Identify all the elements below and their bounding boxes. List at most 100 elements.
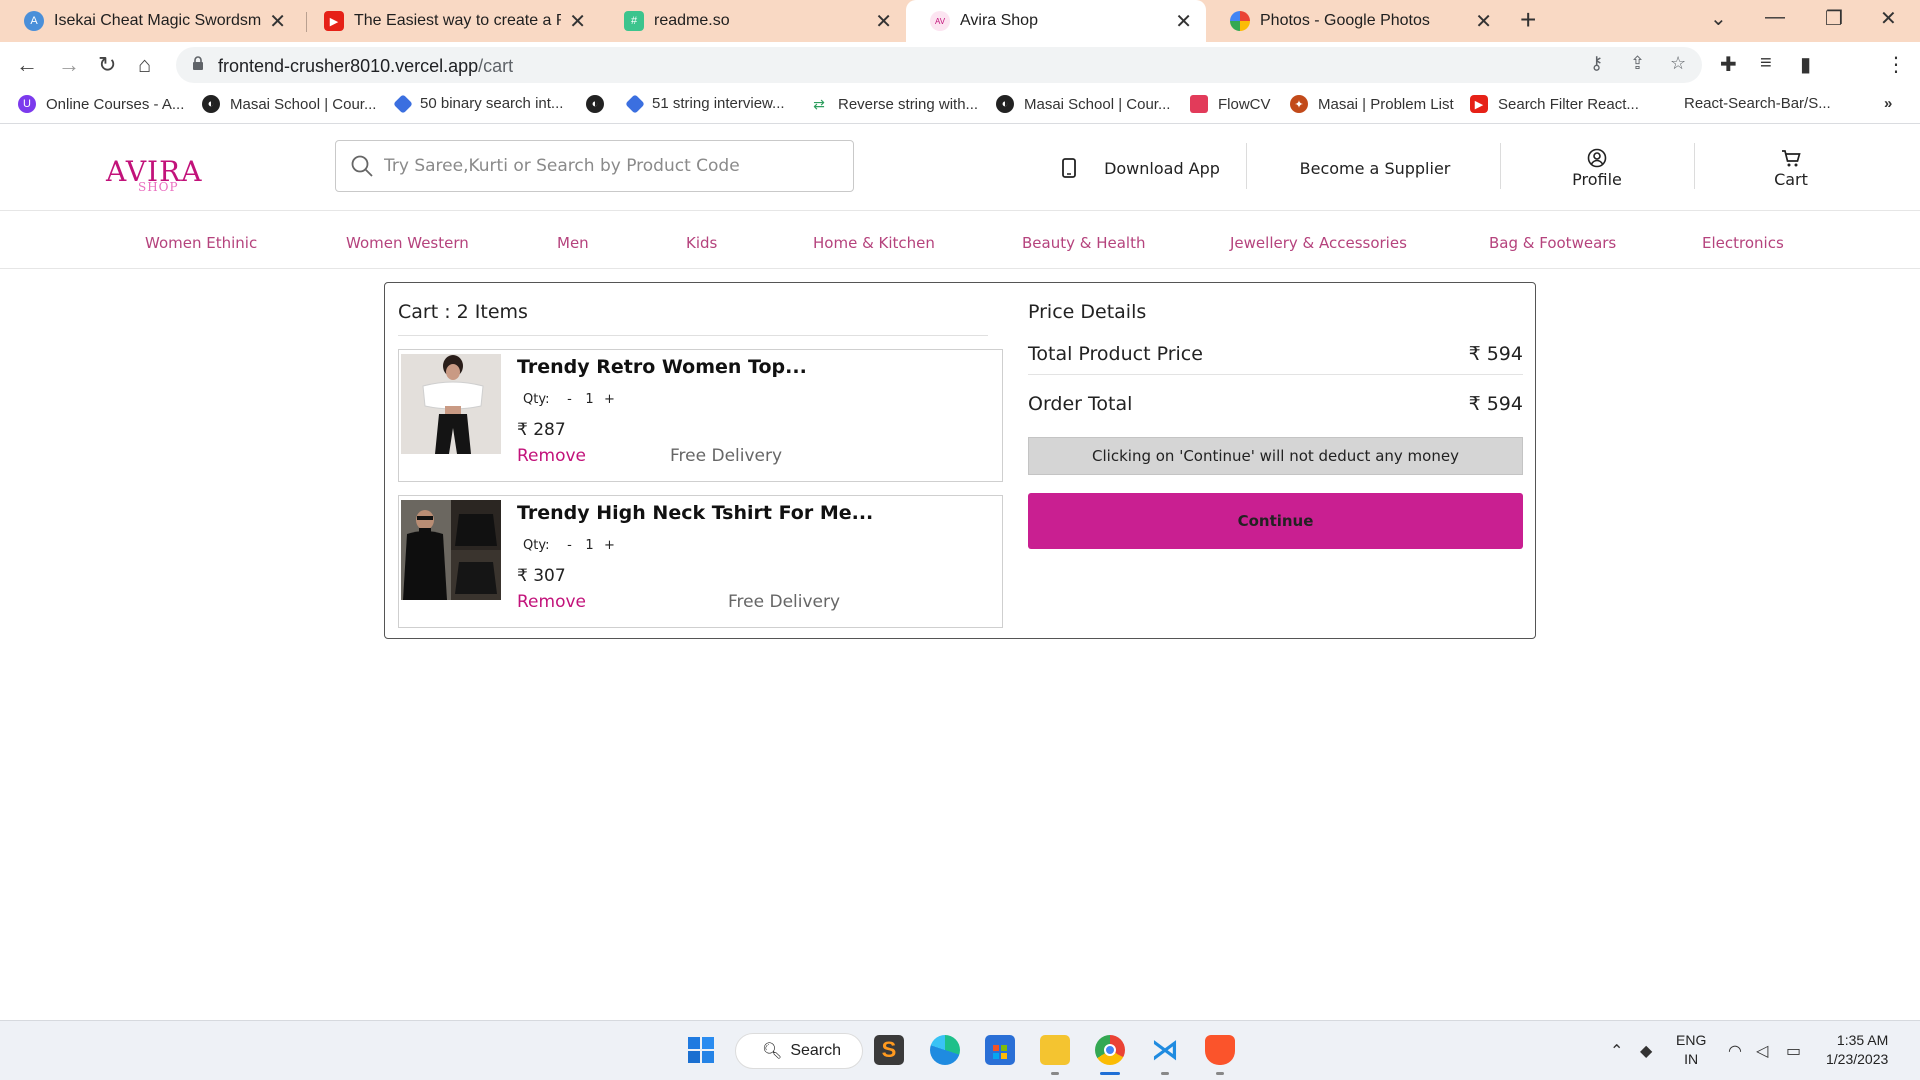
dropbox-icon[interactable]: ◆ xyxy=(1640,1041,1652,1061)
category-bag-footwears[interactable]: Bag & Footwears xyxy=(1489,234,1616,252)
product-search-box xyxy=(335,140,854,192)
category-women-ethinic[interactable]: Women Ethinic xyxy=(145,234,257,252)
taskbar: 🔍︎ Search S ⋊ ⌃ ◆ ENG IN ◠ ◁ ▭ 1:35 AM 1… xyxy=(0,1020,1920,1080)
running-indicator xyxy=(1216,1072,1224,1075)
category-kids[interactable]: Kids xyxy=(686,234,717,252)
browser-tab[interactable]: # readme.so ✕ xyxy=(600,0,906,42)
increase-qty-button[interactable]: + xyxy=(601,538,617,553)
avira-shop-favicon-icon: AV xyxy=(930,11,950,31)
close-tab-icon[interactable]: ✕ xyxy=(269,9,286,34)
close-window-button[interactable]: ✕ xyxy=(1880,6,1897,31)
bookmark-item[interactable]: ▶ Search Filter React... xyxy=(1470,95,1639,113)
url-text[interactable]: frontend-crusher8010.vercel.app/cart xyxy=(218,56,513,77)
bookmark-item[interactable]: 51 string interview... xyxy=(625,93,785,114)
edge-browser-icon[interactable] xyxy=(930,1035,960,1065)
bookmark-item[interactable]: ⇄ Reverse string with... xyxy=(810,95,978,113)
media-queue-icon[interactable]: ≡ xyxy=(1760,52,1772,75)
cart-panel: Cart : 2 Items Trendy Retro Women Top...… xyxy=(384,282,1536,639)
reload-button[interactable]: ↻ xyxy=(98,52,116,78)
category-women-western[interactable]: Women Western xyxy=(346,234,469,252)
chrome-icon[interactable] xyxy=(1095,1035,1125,1065)
bookmark-item[interactable]: ◐ Masai School | Cour... xyxy=(996,95,1170,113)
extensions-puzzle-icon[interactable]: ✚ xyxy=(1720,52,1737,77)
bookmark-favicon-icon xyxy=(393,93,413,114)
tab-search-chevron-icon[interactable]: ⌄ xyxy=(1710,6,1727,31)
category-beauty-health[interactable]: Beauty & Health xyxy=(1022,234,1145,252)
new-tab-button[interactable]: + xyxy=(1520,4,1536,36)
category-nav: Women Ethinic Women Western Men Kids Hom… xyxy=(0,211,1920,269)
continue-button[interactable]: Continue xyxy=(1028,493,1523,549)
browser-tab[interactable]: Photos - Google Photos ✕ xyxy=(1206,0,1506,42)
decrease-qty-button[interactable]: - xyxy=(561,392,577,407)
bookmark-star-icon[interactable]: ☆ xyxy=(1670,53,1686,74)
bookmark-favicon-icon: ◐ xyxy=(202,95,220,113)
product-image[interactable] xyxy=(401,500,501,600)
back-button[interactable]: ← xyxy=(16,52,38,78)
sublime-text-icon[interactable]: S xyxy=(874,1035,904,1065)
taskbar-search[interactable]: 🔍︎ Search xyxy=(735,1033,863,1069)
vscode-icon[interactable]: ⋊ xyxy=(1150,1035,1180,1065)
become-supplier-link[interactable]: Become a Supplier xyxy=(1250,125,1500,211)
category-electronics[interactable]: Electronics xyxy=(1702,234,1784,252)
maximize-button[interactable]: ❐ xyxy=(1825,6,1843,31)
battery-icon[interactable]: ▭ xyxy=(1786,1041,1801,1061)
bookmark-item[interactable]: ◐ xyxy=(586,95,604,113)
bookmark-item[interactable]: ◐ Masai School | Cour... xyxy=(202,95,376,113)
bookmark-item[interactable]: FlowCV xyxy=(1190,95,1271,113)
brave-browser-icon[interactable] xyxy=(1205,1035,1235,1065)
remove-button[interactable]: Remove xyxy=(517,592,586,612)
product-title[interactable]: Trendy Retro Women Top... xyxy=(517,356,807,378)
volume-icon[interactable]: ◁ xyxy=(1756,1041,1768,1061)
cart-link[interactable]: Cart xyxy=(1698,125,1884,211)
browser-tab[interactable]: ▶ The Easiest way to create a READ ✕ xyxy=(300,0,600,42)
share-icon[interactable]: ⇪ xyxy=(1630,53,1645,74)
bookmark-item[interactable]: U Online Courses - A... xyxy=(18,95,184,113)
category-men[interactable]: Men xyxy=(557,234,589,252)
header-divider xyxy=(1694,143,1695,189)
avira-shop-logo[interactable]: AVIRA SHOP xyxy=(106,155,222,195)
download-app-link[interactable]: Download App xyxy=(1036,125,1246,211)
category-home-kitchen[interactable]: Home & Kitchen xyxy=(813,234,935,252)
product-image[interactable] xyxy=(401,354,501,454)
close-tab-icon[interactable]: ✕ xyxy=(1175,9,1192,34)
no-charge-notice: Clicking on 'Continue' will not deduct a… xyxy=(1028,437,1523,475)
omnibox[interactable]: frontend-crusher8010.vercel.app/cart ⚷ ⇪… xyxy=(176,47,1702,83)
close-tab-icon[interactable]: ✕ xyxy=(1475,9,1492,34)
running-indicator xyxy=(1161,1072,1169,1075)
cart-item: Trendy High Neck Tshirt For Me... Qty: -… xyxy=(398,495,1003,628)
file-explorer-icon[interactable] xyxy=(1040,1035,1070,1065)
show-hidden-icons-chevron-icon[interactable]: ⌃ xyxy=(1610,1041,1623,1061)
input-language-indicator[interactable]: ENG IN xyxy=(1676,1031,1706,1069)
minimize-button[interactable]: — xyxy=(1765,6,1785,29)
bookmark-item[interactable]: 50 binary search int... xyxy=(393,93,563,114)
side-panel-icon[interactable]: ▮ xyxy=(1800,52,1811,77)
browser-menu-icon[interactable]: ⋮ xyxy=(1886,52,1906,77)
divider xyxy=(398,335,988,336)
bookmark-item[interactable]: ✦ Masai | Problem List xyxy=(1290,95,1454,113)
profile-link[interactable]: Profile xyxy=(1504,125,1690,211)
browser-tab-active[interactable]: AV Avira Shop ✕ xyxy=(906,0,1206,42)
price-details-title: Price Details xyxy=(1028,301,1147,323)
quantity-value: 1 xyxy=(585,392,594,407)
password-key-icon[interactable]: ⚷ xyxy=(1590,53,1603,74)
category-jewellery-accessories[interactable]: Jewellery & Accessories xyxy=(1230,234,1407,252)
windows-start-icon[interactable] xyxy=(686,1035,716,1065)
product-title[interactable]: Trendy High Neck Tshirt For Me... xyxy=(517,502,873,524)
browser-tab[interactable]: A Isekai Cheat Magic Swordsman M ✕ xyxy=(0,0,300,42)
more-bookmarks-button[interactable]: » xyxy=(1884,95,1892,112)
lock-icon[interactable] xyxy=(192,55,204,71)
wifi-icon[interactable]: ◠ xyxy=(1728,1041,1742,1061)
close-tab-icon[interactable]: ✕ xyxy=(875,9,892,34)
decrease-qty-button[interactable]: - xyxy=(561,538,577,553)
youtube-icon: ▶ xyxy=(1470,95,1488,113)
increase-qty-button[interactable]: + xyxy=(601,392,617,407)
microsoft-store-icon[interactable] xyxy=(985,1035,1015,1065)
product-price: ₹ 307 xyxy=(517,566,566,586)
remove-button[interactable]: Remove xyxy=(517,446,586,466)
bookmark-item[interactable]: React-Search-Bar/S... xyxy=(1684,95,1831,112)
close-tab-icon[interactable]: ✕ xyxy=(569,9,586,34)
home-button[interactable]: ⌂ xyxy=(138,52,151,78)
search-input[interactable] xyxy=(384,153,834,179)
system-clock[interactable]: 1:35 AM 1/23/2023 xyxy=(1826,1031,1888,1069)
forward-button[interactable]: → xyxy=(58,52,80,78)
